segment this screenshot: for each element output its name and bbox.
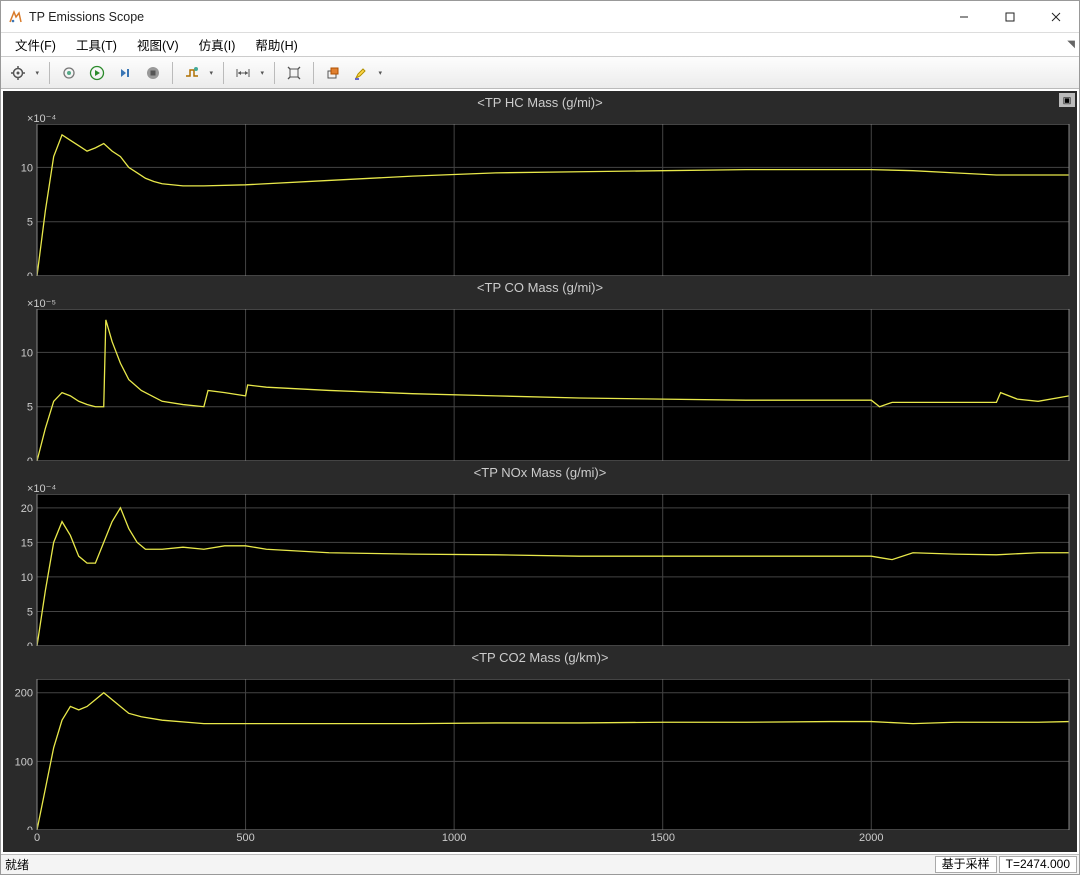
y-exponent-label: ×10⁻⁴: [9, 482, 1071, 494]
window-title: TP Emissions Scope: [29, 10, 941, 24]
svg-text:10: 10: [21, 162, 33, 174]
y-exponent-label: [9, 667, 1071, 679]
close-button[interactable]: [1033, 1, 1079, 33]
step-forward-button[interactable]: [112, 60, 138, 86]
x-tick-label: 1500: [650, 832, 674, 844]
maximize-button[interactable]: [987, 1, 1033, 33]
run-button[interactable]: [84, 60, 110, 86]
subplot-title: <TP CO2 Mass (g/km)>: [9, 650, 1071, 665]
menu-help[interactable]: 帮助(H): [245, 32, 307, 57]
subplot-title: <TP CO Mass (g/mi)>: [9, 280, 1071, 295]
titlebar: TP Emissions Scope: [1, 1, 1079, 33]
toolbar-separator: [274, 62, 275, 84]
svg-text:100: 100: [15, 756, 33, 768]
menu-view[interactable]: 视图(V): [127, 32, 189, 57]
plot-area[interactable]: 0 100 200: [9, 679, 1071, 830]
menubar: 文件(F) 工具(T) 视图(V) 仿真(I) 帮助(H) ◥: [1, 33, 1079, 57]
dock-icon[interactable]: ▣: [1059, 93, 1075, 107]
svg-text:200: 200: [15, 688, 33, 700]
float-button[interactable]: [320, 60, 346, 86]
figure-container: ▣ <TP HC Mass (g/mi)>×10⁻⁴0510<TP CO Mas…: [1, 89, 1079, 854]
svg-text:0: 0: [27, 456, 33, 461]
svg-text:5: 5: [27, 606, 33, 618]
x-tick-label: 2000: [859, 832, 883, 844]
cursor-measure-button[interactable]: [230, 60, 268, 86]
x-tick-label: 500: [236, 832, 254, 844]
subplot-2: <TP NOx Mass (g/mi)> ×10⁻⁴ 0 5 10 15 20: [9, 461, 1071, 646]
autoscale-button[interactable]: [281, 60, 307, 86]
highlight-button[interactable]: [348, 60, 386, 86]
subplot-title: <TP NOx Mass (g/mi)>: [9, 465, 1071, 480]
menu-simulation[interactable]: 仿真(I): [189, 32, 246, 57]
svg-text:5: 5: [27, 217, 33, 229]
svg-text:0: 0: [27, 641, 33, 646]
scope-figure: ▣ <TP HC Mass (g/mi)>×10⁻⁴0510<TP CO Mas…: [3, 91, 1077, 852]
toolbar-menu-arrow-icon[interactable]: ◥: [1067, 39, 1075, 50]
status-ready: 就绪: [3, 856, 933, 873]
toolbar-separator: [49, 62, 50, 84]
plot-area[interactable]: 0 5 10: [9, 124, 1071, 276]
toolbar: [1, 57, 1079, 89]
status-time: T=2474.000: [999, 856, 1077, 873]
subplot-1: <TP CO Mass (g/mi)> ×10⁻⁵ 0 5 10: [9, 276, 1071, 461]
menu-tools[interactable]: 工具(T): [66, 32, 127, 57]
toolbar-separator: [313, 62, 314, 84]
subplot-0: <TP HC Mass (g/mi)> ×10⁻⁴ 0 5 10: [9, 91, 1071, 276]
svg-text:0: 0: [27, 825, 33, 830]
menu-file[interactable]: 文件(F): [5, 32, 66, 57]
svg-text:10: 10: [21, 572, 33, 584]
statusbar: 就绪 基于采样 T=2474.000: [1, 854, 1079, 874]
svg-text:20: 20: [21, 503, 33, 515]
plot-area[interactable]: 0 5 10: [9, 309, 1071, 461]
status-mode: 基于采样: [935, 856, 997, 873]
subplot-title: <TP HC Mass (g/mi)>: [9, 95, 1071, 110]
toolbar-separator: [172, 62, 173, 84]
x-tick-label: 1000: [442, 832, 466, 844]
stop-button[interactable]: [140, 60, 166, 86]
svg-text:0: 0: [27, 271, 33, 276]
toolbar-separator: [223, 62, 224, 84]
x-tick-label: 0: [34, 832, 40, 844]
subplot-3: <TP CO2 Mass (g/km)> 0 100 200: [9, 646, 1071, 830]
plot-area[interactable]: 0 5 10 15 20: [9, 494, 1071, 646]
svg-text:5: 5: [27, 402, 33, 414]
y-exponent-label: ×10⁻⁵: [9, 297, 1071, 309]
trigger-button[interactable]: [179, 60, 217, 86]
svg-text:15: 15: [21, 537, 33, 549]
y-exponent-label: ×10⁻⁴: [9, 112, 1071, 124]
matlab-icon: [7, 9, 23, 25]
minimize-button[interactable]: [941, 1, 987, 33]
config-button[interactable]: [5, 60, 43, 86]
open-model-button[interactable]: [56, 60, 82, 86]
x-axis: 0 500 1000 1500 2000: [37, 830, 1069, 848]
svg-text:10: 10: [21, 347, 33, 359]
